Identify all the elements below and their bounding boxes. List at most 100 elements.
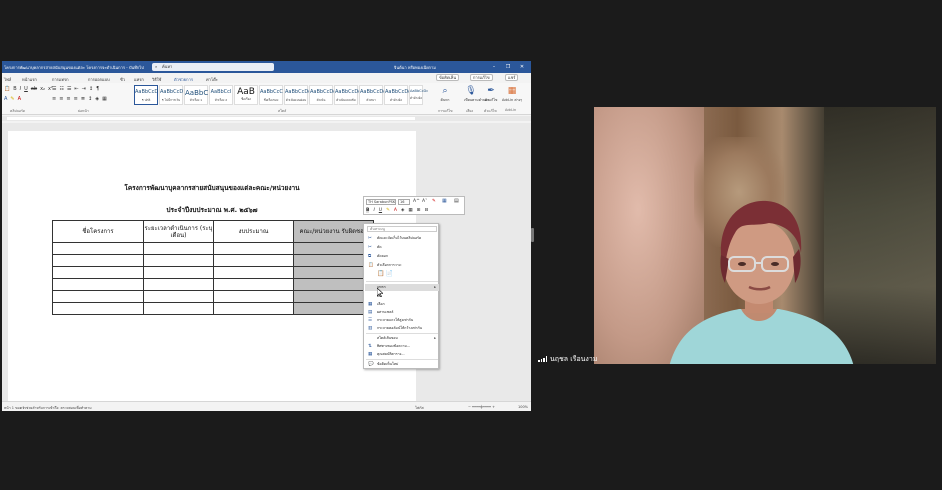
bold-icon[interactable]: B xyxy=(13,86,16,93)
decrease-indent-icon[interactable]: ⇤ xyxy=(74,86,78,93)
table-header-cell[interactable]: งบประมาณ xyxy=(213,220,294,243)
pilcrow-icon[interactable]: ¶ xyxy=(96,86,99,93)
search-box[interactable]: ⌕ ค้นหา xyxy=(152,63,274,71)
paste-keep-format-icon[interactable]: 📋 xyxy=(377,270,384,277)
shading-icon[interactable]: ◈ xyxy=(401,208,404,213)
sort-icon[interactable]: ↕ xyxy=(89,86,93,93)
table-cell[interactable] xyxy=(213,254,294,267)
font-color-icon[interactable]: A xyxy=(394,208,397,213)
comments-button[interactable]: ข้อคิดเห็น xyxy=(436,74,460,81)
tab-file[interactable]: ไฟล์ xyxy=(4,76,11,83)
table-cell[interactable] xyxy=(52,266,144,279)
align-center-icon[interactable]: ≡ xyxy=(59,96,63,103)
table-header-cell[interactable]: ระยะเวลาดำเนินการ (ระบุเดือน) xyxy=(143,220,214,243)
distributed-icon[interactable]: ≣ xyxy=(81,96,85,103)
style-emphasis[interactable]: AaBbCcDc ตัวเน้น xyxy=(309,85,336,105)
editor-button[interactable]: ✒ ตัวแก้ไข xyxy=(484,86,498,106)
horizontal-ruler[interactable] xyxy=(2,116,531,121)
menu-item-copy[interactable]: ⧉ คัดลอก xyxy=(365,253,439,260)
borders-icon[interactable]: ▦ xyxy=(408,208,412,213)
style-subtitle[interactable]: AaBbCcC ชื่อเรื่องรอง xyxy=(259,85,283,105)
numbering-icon[interactable]: ☷ xyxy=(59,86,63,93)
table-cell[interactable] xyxy=(143,242,214,255)
table-header-cell[interactable]: ชื่อโครงการ xyxy=(52,220,144,243)
text-effects-icon[interactable]: A xyxy=(4,96,7,103)
tab-mailings[interactable]: แทรก xyxy=(134,76,144,83)
bullets-icon[interactable]: ☰ xyxy=(52,86,56,93)
subscript-icon[interactable]: x₂ xyxy=(40,86,45,93)
table-cell[interactable] xyxy=(143,278,214,291)
styles-icon[interactable]: ✎ xyxy=(432,199,436,204)
zoom-level[interactable]: 100% xyxy=(518,405,528,409)
dictate-button[interactable]: 🎙 เขียนตามคำบอก xyxy=(464,86,489,106)
menu-item-merge[interactable]: ▤ ผสานเซลล์ xyxy=(365,309,439,316)
close-button[interactable]: ✕ xyxy=(517,63,527,71)
paste-icon[interactable]: 📋 xyxy=(4,86,10,93)
tab-help[interactable]: วิธีใช้ xyxy=(152,76,161,83)
document-table[interactable]: ชื่อโครงการ ระยะเวลาดำเนินการ (ระบุเดือน… xyxy=(52,220,374,315)
style-intense-emphasis[interactable]: AaBbCcDc ตัวเน้นแบบเข้ม xyxy=(334,85,361,105)
highlight-icon[interactable]: ✎ xyxy=(10,96,14,103)
menu-item-cut-clipboard[interactable]: ✂ ตัดและจัดเก็บไว้บนคลิปบอร์ด xyxy=(365,235,439,242)
menu-item-new-comment[interactable]: 💬 ข้อคิดเห็นใหม่ xyxy=(365,361,439,368)
paste-text-only-icon[interactable]: 📄 xyxy=(386,270,393,277)
italic-icon[interactable]: I xyxy=(20,86,21,93)
align-left-icon[interactable]: ≡ xyxy=(52,96,56,103)
table-cell[interactable] xyxy=(143,302,214,315)
table-cell[interactable] xyxy=(52,278,144,291)
menu-item-paste-options[interactable]: 📋 ตัวเลือกการวาง: xyxy=(365,262,439,269)
strikethrough-icon[interactable]: ab xyxy=(31,86,37,93)
line-spacing-icon[interactable]: ↕ xyxy=(88,96,92,103)
table-cell[interactable] xyxy=(52,242,144,255)
table-cell[interactable] xyxy=(52,302,144,315)
table-cell[interactable] xyxy=(52,290,144,303)
table-cell[interactable] xyxy=(293,278,374,291)
underline-button[interactable]: U xyxy=(379,208,382,213)
menu-item-text-direction[interactable]: ⇅ ทิศทางของข้อความ... xyxy=(365,343,439,350)
style-quote[interactable]: AaBbCcDc คำอ้างอิง xyxy=(384,85,411,105)
accessibility-status[interactable]: การช่วยสำหรับการเข้าถึง: ตรวจสอบเพื่อทำต… xyxy=(20,405,92,411)
share-button[interactable]: แชร์ xyxy=(505,74,519,81)
table-cell[interactable] xyxy=(213,242,294,255)
insert-icon[interactable]: ⊞ xyxy=(417,208,421,213)
style-no-spacing[interactable]: AaBbCcD ¶ ไม่มีการเว้น xyxy=(159,85,183,105)
shading-icon[interactable]: ◈ xyxy=(95,96,99,103)
style-heading-1[interactable]: AaBbC หัวเรื่อง 1 xyxy=(184,85,208,105)
tile-resize-handle[interactable] xyxy=(531,228,534,242)
find-button[interactable]: ⌕ ค้นหา xyxy=(438,86,452,106)
font-color-icon[interactable]: A xyxy=(18,96,21,103)
highlight-icon[interactable]: ✎ xyxy=(386,208,390,213)
increase-indent-icon[interactable]: ⇥ xyxy=(82,86,86,93)
style-normal[interactable]: AaBbCcD ¶ ปกติ xyxy=(134,85,158,105)
tab-design[interactable]: การออกแบบ xyxy=(88,76,110,83)
menu-search-field[interactable]: ค้นหาเมนู xyxy=(367,226,437,232)
menu-item-distribute-rows[interactable]: ☰ กระจายแถวให้สูงเท่ากัน xyxy=(365,317,439,324)
table-cell[interactable] xyxy=(213,278,294,291)
table-cell[interactable] xyxy=(293,302,374,315)
table-header-cell[interactable]: คณะ/หน่วยงาน รับผิดชอบ xyxy=(293,220,374,243)
font-size-field[interactable]: 16 xyxy=(398,199,410,205)
underline-icon[interactable]: U xyxy=(24,86,28,93)
bold-button[interactable]: B xyxy=(366,208,370,213)
table-cell[interactable] xyxy=(293,266,374,279)
grow-font-icon[interactable]: A^ xyxy=(413,199,420,204)
multilevel-icon[interactable]: ☰ xyxy=(67,86,71,93)
focus-mode[interactable]: โฟกัส xyxy=(415,405,424,411)
menu-item-cut[interactable]: ✂ ตัด xyxy=(365,244,439,251)
table-cell[interactable] xyxy=(213,290,294,303)
style-strong[interactable]: AaBbCcDc ตัวหนา xyxy=(359,85,386,105)
table-cell[interactable] xyxy=(143,290,214,303)
menu-item-border-styles[interactable]: สไตล์เส้นขอบ ▸ xyxy=(365,335,439,342)
table-cell[interactable] xyxy=(293,290,374,303)
table-cell[interactable] xyxy=(293,254,374,267)
addins-button[interactable]: ▦ Add-in ต่างๆ xyxy=(502,86,522,106)
menu-item-table-properties[interactable]: ▦ คุณสมบัติตาราง... xyxy=(365,351,439,358)
justify-icon[interactable]: ≡ xyxy=(74,96,78,103)
table-cell[interactable] xyxy=(213,266,294,279)
table-cell[interactable] xyxy=(52,254,144,267)
borders-icon[interactable]: ▦ xyxy=(102,96,107,103)
account-name[interactable]: จินต์นา หรือทองเนียกาม xyxy=(394,64,458,71)
shrink-font-icon[interactable]: A˅ xyxy=(422,199,427,204)
style-title[interactable]: AaB ชื่อเรื่อง xyxy=(234,85,258,105)
menu-item-select[interactable]: ▦ เลือก xyxy=(365,301,439,308)
